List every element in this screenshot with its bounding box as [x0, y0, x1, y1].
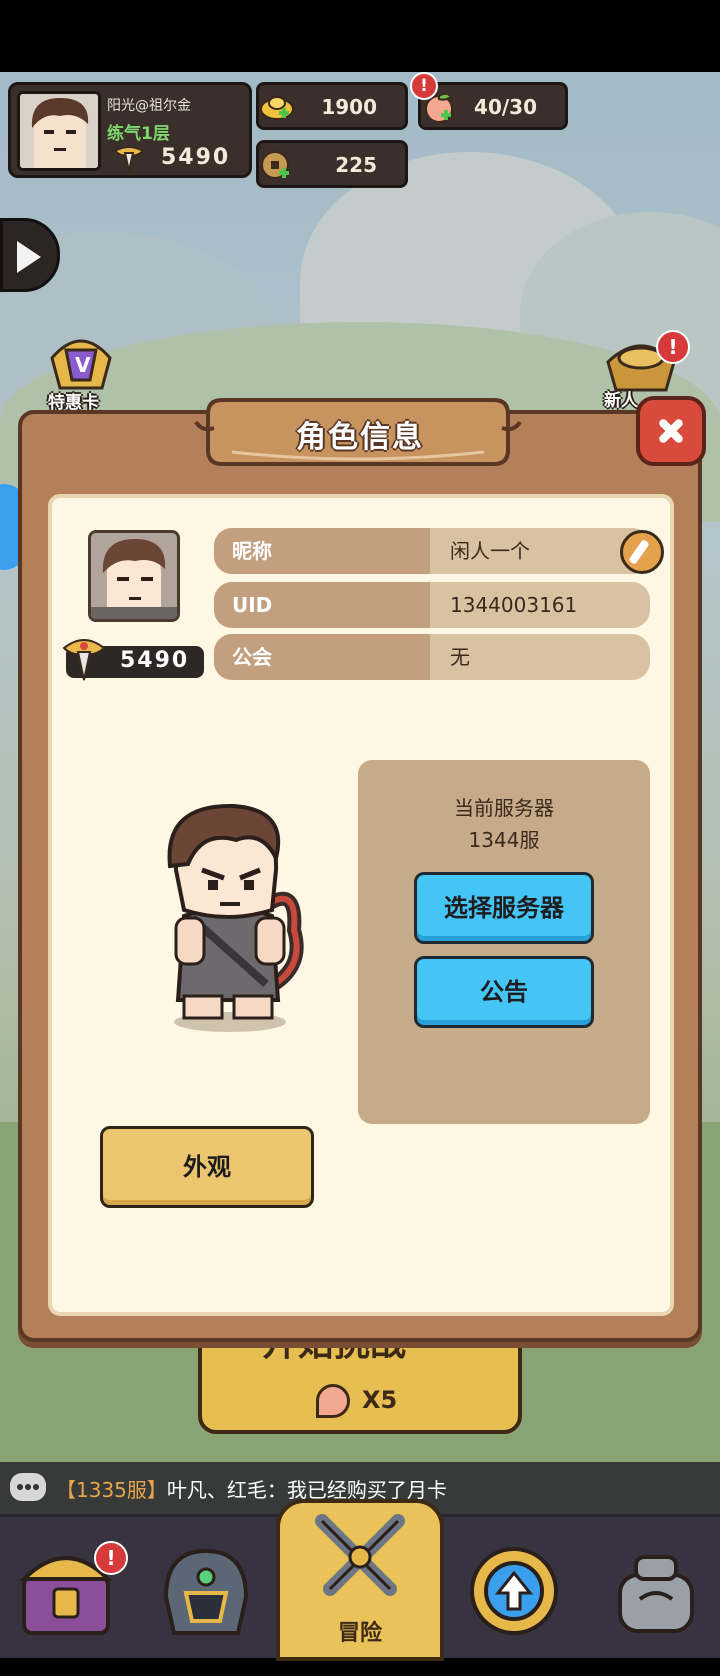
bottom-navigation: ! 冒险	[0, 1499, 720, 1661]
uid-key: UID	[214, 582, 430, 628]
notice-button[interactable]: 公告	[414, 956, 594, 1028]
power-sword-icon	[113, 146, 145, 172]
player-info-card[interactable]: 阳光@祖尔金 练气1层 5490	[8, 82, 252, 178]
combat-power-icon	[62, 639, 106, 681]
stamina-counter[interactable]: 40/30	[418, 82, 568, 130]
coin-counter[interactable]: 225	[256, 140, 408, 188]
info-row-guild: 公会 无	[214, 634, 650, 680]
info-row-nickname: 昵称 闲人一个	[214, 528, 650, 574]
uid-value: 1344003161	[450, 593, 578, 617]
close-button[interactable]	[636, 396, 706, 466]
character-sprite	[167, 803, 304, 1032]
nav-shop-badge: !	[94, 1541, 128, 1575]
player-name: 阳光@祖尔金	[107, 98, 191, 114]
info-row-uid: UID 1344003161	[214, 582, 650, 628]
svg-text:V: V	[75, 353, 91, 377]
nav-bag-icon[interactable]	[600, 1537, 712, 1645]
stamina-alert-badge: !	[410, 72, 438, 100]
play-icon	[17, 241, 41, 273]
nav-adventure-label: 冒险	[337, 1621, 382, 1646]
chat-server-tag: 【1335服】	[56, 1478, 167, 1502]
current-server-value: 1344服	[468, 828, 540, 852]
newbie-label: 新人	[604, 391, 638, 411]
peach-cost-icon	[316, 1384, 350, 1418]
gold-ingot-counter[interactable]: 1900	[256, 82, 408, 130]
dialog-title: 角色信息	[296, 420, 424, 455]
newbie-alert-badge: !	[656, 330, 690, 364]
server-panel: 当前服务器 1344服 选择服务器 公告	[358, 760, 650, 1124]
coin-value: 225	[335, 153, 377, 177]
character-portrait[interactable]	[88, 530, 180, 622]
player-avatar[interactable]	[17, 91, 101, 171]
nav-helmet-icon[interactable]	[150, 1537, 262, 1645]
player-power: 5490	[161, 145, 231, 170]
character-power-value: 5490	[120, 648, 190, 673]
stamina-value: 40/30	[474, 95, 537, 119]
nickname-key: 昵称	[214, 528, 430, 574]
gold-ingot-value: 1900	[321, 95, 377, 119]
select-server-button[interactable]: 选择服务器	[414, 872, 594, 944]
crossed-swords-icon	[315, 1514, 405, 1596]
start-cost: X5	[362, 1386, 398, 1414]
nickname-value: 闲人一个	[450, 539, 530, 563]
nav-upgrade-icon[interactable]	[458, 1537, 570, 1645]
vip-card-icon[interactable]: V	[42, 328, 120, 392]
guild-value: 无	[450, 645, 470, 669]
copper-coin-icon	[261, 151, 289, 179]
player-level: 练气1层	[107, 124, 170, 144]
edit-nickname-brush-icon[interactable]	[620, 530, 664, 574]
chat-bubble-icon	[10, 1473, 46, 1501]
gold-ingot-icon	[260, 96, 294, 120]
nav-adventure-tab[interactable]: 冒险	[276, 1499, 444, 1661]
current-server-caption: 当前服务器	[454, 796, 554, 820]
appearance-button[interactable]: 外观	[100, 1126, 314, 1208]
guild-key: 公会	[214, 634, 430, 680]
